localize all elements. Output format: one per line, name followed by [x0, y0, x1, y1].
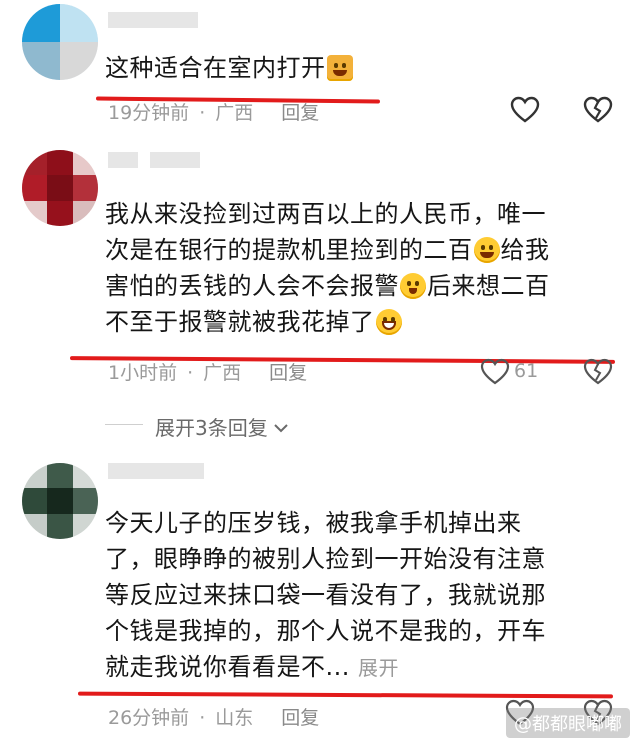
reply-button[interactable]: 回复 [281, 102, 319, 124]
comment-line: 等反应过来抹口袋一看没有了，我就说那 [105, 581, 546, 609]
cat-emoji-icon [326, 55, 353, 81]
red-underline [77, 691, 614, 699]
like-heart-icon[interactable] [480, 358, 510, 386]
grin-emoji-icon [375, 309, 402, 335]
shush-emoji-icon [400, 273, 426, 299]
avatar[interactable] [22, 463, 98, 539]
comment-line: 就走我说你看看是不... 展开 [105, 653, 400, 681]
location: 广西 [215, 102, 254, 124]
username-blurred [108, 12, 198, 28]
location: 广西 [203, 362, 242, 384]
comment-meta: 19分钟前 · 广西 回复 [108, 102, 320, 124]
comment-3: 今天儿子的压岁钱，被我拿手机掉出来 了，眼睁睁的被别人捡到一开始没有注意 等反应… [0, 455, 640, 750]
comment-line: 我从来没捡到过两百以上的人民币，唯一 [105, 200, 546, 228]
comment-line: 这种适合在室内打开 [105, 54, 326, 82]
expand-text-button[interactable]: 展开 [358, 656, 399, 680]
comment-2: 我从来没捡到过两百以上的人民币，唯一 次是在银行的提款机里捡到的二百 给我 害怕的… [0, 140, 640, 450]
comment-1: 这种适合在室内打开 19分钟前 · 广西 回复 [0, 0, 640, 140]
laughing-emoji-icon [473, 237, 500, 263]
comment-meta: 26分钟前 · 山东 回复 [108, 707, 320, 729]
comment-line: 今天儿子的压岁钱，被我拿手机掉出来 [105, 509, 522, 537]
timestamp: 26分钟前 [108, 707, 190, 729]
username-blurred [150, 152, 200, 168]
dislike-heart-icon[interactable] [583, 96, 613, 124]
like-heart-icon[interactable] [510, 96, 540, 124]
username-blurred [108, 463, 204, 479]
timestamp: 19分钟前 [108, 102, 190, 124]
avatar[interactable] [22, 150, 98, 226]
comment-line: 了，眼睁睁的被别人捡到一开始没有注意 [105, 545, 546, 573]
comment-line: 个钱是我掉的，那个人说不是我的，开车 [105, 617, 546, 645]
comment-line: 不至于报警就被我花掉了 [105, 304, 625, 340]
dislike-heart-icon[interactable] [583, 358, 613, 386]
chevron-down-icon [274, 424, 288, 433]
comment-meta: 1小时前 · 广西 回复 [108, 362, 308, 384]
comment-line: 害怕的丢钱的人会不会报警 后来想二百 [105, 272, 550, 300]
timestamp: 1小时前 [108, 362, 178, 384]
comment-text: 这种适合在室内打开 [105, 50, 354, 86]
expand-replies-button[interactable]: 展开3条回复 [155, 412, 288, 441]
comment-text: 我从来没捡到过两百以上的人民币，唯一 次是在银行的提款机里捡到的二百 给我 害怕的… [105, 196, 625, 340]
avatar[interactable] [22, 4, 98, 80]
username-blurred [108, 152, 138, 168]
comment-line: 次是在银行的提款机里捡到的二百 给我 [105, 236, 550, 264]
divider [105, 424, 143, 425]
reply-button[interactable]: 回复 [281, 707, 319, 729]
like-count: 61 [514, 360, 539, 382]
location: 山东 [215, 707, 254, 729]
reply-button[interactable]: 回复 [269, 362, 307, 384]
comment-text: 今天儿子的压岁钱，被我拿手机掉出来 了，眼睁睁的被别人捡到一开始没有注意 等反应… [105, 505, 625, 686]
watermark: @都都眼嘟嘟 [506, 708, 630, 738]
